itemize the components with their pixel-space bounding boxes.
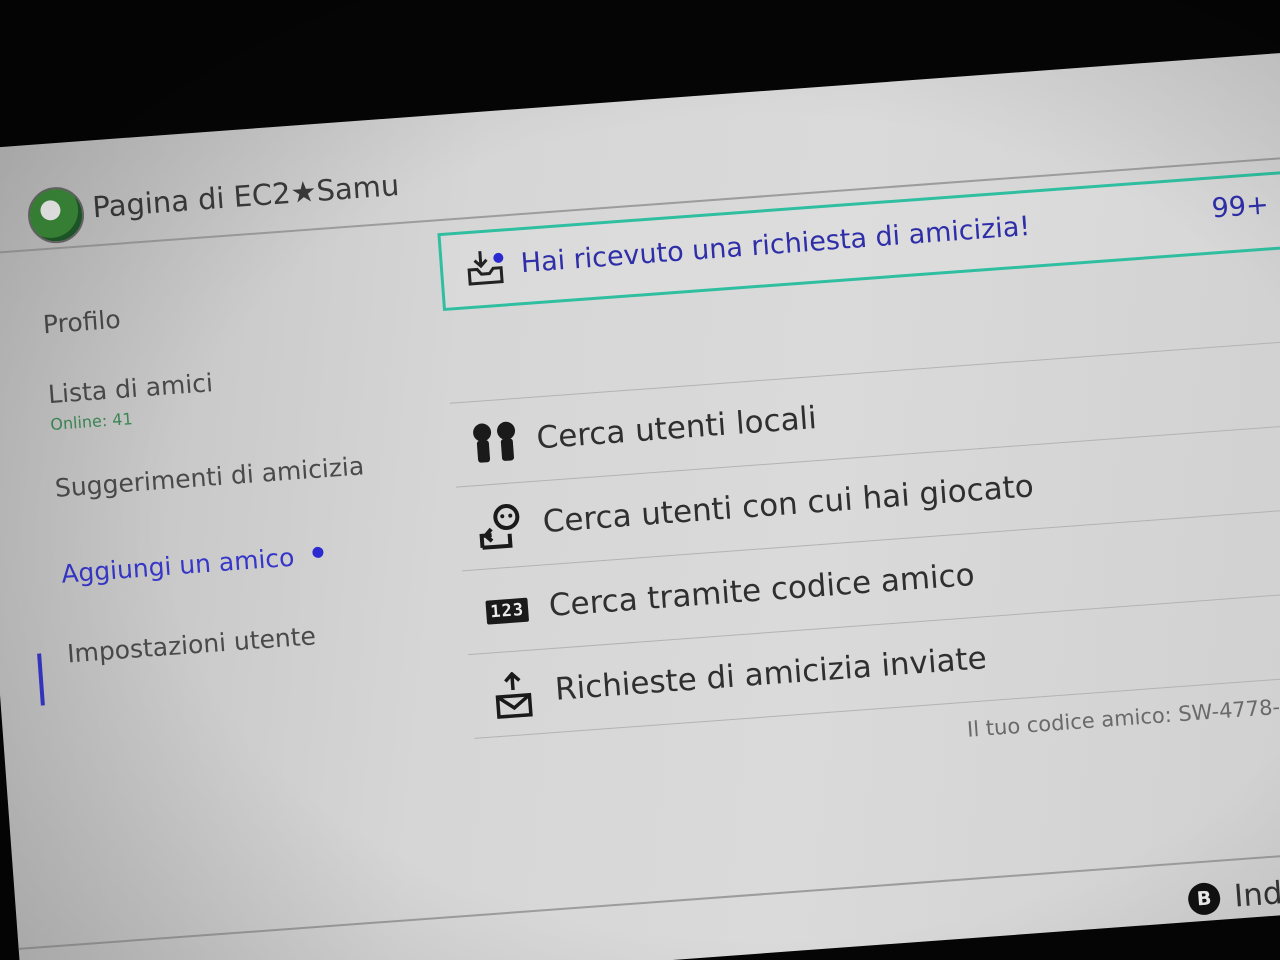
sidebar-item-friend-list[interactable]: Lista di amici <box>47 368 214 409</box>
menu-label: Richieste di amicizia inviate <box>553 640 988 708</box>
back-button[interactable]: B Indietro <box>1187 870 1280 918</box>
photo-stage: Pagina di EC2★Samu Profilo Lista di amic… <box>0 0 1280 960</box>
outbox-upload-icon <box>488 669 539 720</box>
played-with-icon <box>475 502 526 553</box>
online-count: Online: 41 <box>49 409 134 435</box>
sidebar-item-add-friend[interactable]: Aggiungi un amico <box>60 543 295 589</box>
menu-label: Cerca tramite codice amico <box>547 556 976 625</box>
menu-label: Cerca utenti con cui hai giocato <box>541 468 1035 541</box>
back-label: Indietro <box>1232 869 1280 915</box>
switch-screen: Pagina di EC2★Samu Profilo Lista di amic… <box>0 50 1280 960</box>
inbox-download-icon <box>467 251 504 286</box>
friend-code-icon: 123 <box>482 585 533 636</box>
yoshi-avatar-icon[interactable] <box>26 185 87 246</box>
local-users-icon <box>469 418 520 469</box>
sidebar-item-profile[interactable]: Profilo <box>42 305 122 340</box>
new-badge-dot <box>312 546 324 559</box>
sidebar: Profilo Lista di amici Online: 41 Sugger… <box>0 220 478 952</box>
notification-text: Hai ricevuto una richiesta di amicizia! <box>519 210 1032 280</box>
active-indicator <box>37 653 45 706</box>
b-button-icon: B <box>1187 881 1222 917</box>
request-count-badge: 99+ <box>1210 189 1270 225</box>
sidebar-item-friend-suggestions[interactable]: Suggerimenti di amicizia <box>54 451 365 503</box>
menu-label: Cerca utenti locali <box>535 400 818 457</box>
page-title: Pagina di EC2★Samu <box>91 167 401 225</box>
sidebar-item-user-settings[interactable]: Impostazioni utente <box>66 621 317 668</box>
friend-code-text: Il tuo codice amico: SW-4778-10 <box>966 692 1280 742</box>
